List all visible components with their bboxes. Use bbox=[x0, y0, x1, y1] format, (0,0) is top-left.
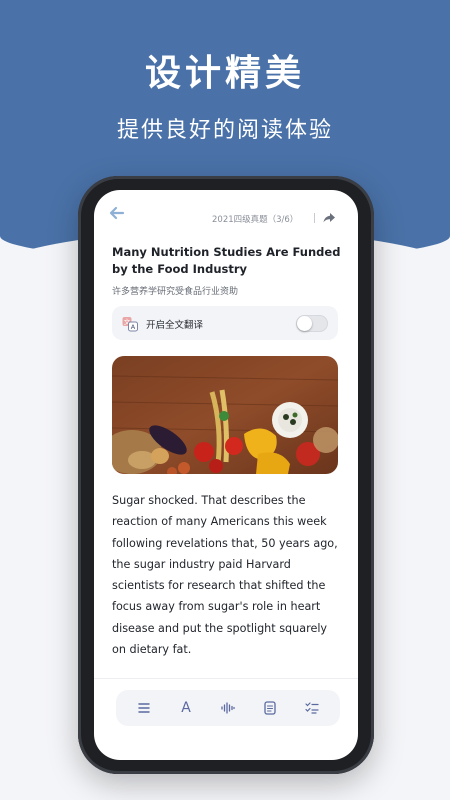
menu-icon[interactable] bbox=[134, 698, 154, 718]
svg-text:A: A bbox=[131, 323, 136, 331]
bottom-toolbar: A bbox=[116, 690, 340, 726]
translate-icon: 文 A bbox=[122, 316, 138, 332]
font-size-icon[interactable]: A bbox=[176, 698, 196, 718]
article-subtitle: 许多营养学研究受食品行业资助 bbox=[112, 287, 239, 297]
promo-headline: 设计精美 bbox=[144, 53, 305, 94]
article-body: Sugar shocked. That describes the reacti… bbox=[112, 494, 338, 657]
checklist-icon[interactable] bbox=[302, 698, 322, 718]
phone-frame: 2021四级真题（3/6） Many Nutrition Studies Are… bbox=[78, 176, 374, 774]
back-arrow-icon[interactable] bbox=[108, 204, 126, 222]
share-icon[interactable] bbox=[322, 210, 336, 224]
article-title: Many Nutrition Studies Are Funded by the… bbox=[112, 245, 341, 276]
divider bbox=[94, 678, 358, 679]
translate-toggle[interactable] bbox=[296, 315, 328, 332]
notes-icon[interactable] bbox=[260, 698, 280, 718]
translate-label: 开启全文翻译 bbox=[146, 320, 204, 331]
toggle-knob bbox=[297, 316, 312, 331]
top-bar: 2021四级真题（3/6） bbox=[94, 190, 358, 230]
divider bbox=[314, 213, 315, 223]
exam-progress-label: 2021四级真题（3/6） bbox=[212, 215, 299, 225]
phone-screen: 2021四级真题（3/6） Many Nutrition Studies Are… bbox=[94, 190, 358, 760]
audio-icon[interactable] bbox=[218, 698, 238, 718]
article-image bbox=[112, 356, 338, 474]
font-size-label: A bbox=[181, 700, 191, 716]
promo-subline: 提供良好的阅读体验 bbox=[116, 118, 333, 143]
translate-row[interactable]: 文 A 开启全文翻译 bbox=[112, 306, 338, 340]
